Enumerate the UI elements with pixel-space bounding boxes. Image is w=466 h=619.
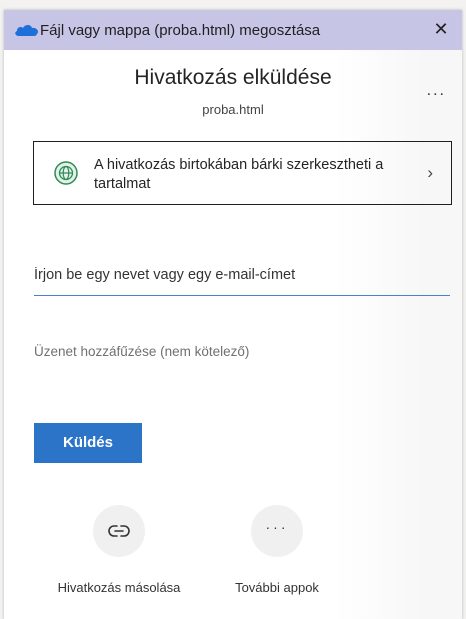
more-apps-button[interactable]: ··· További appok bbox=[202, 505, 352, 595]
more-icon: ··· bbox=[265, 519, 289, 535]
copy-link-circle bbox=[93, 505, 145, 557]
recipient-input[interactable] bbox=[34, 255, 450, 296]
copy-link-label: Hivatkozás másolása bbox=[57, 580, 181, 595]
onedrive-cloud-icon bbox=[15, 25, 39, 36]
link-icon bbox=[108, 525, 130, 537]
copy-link-button[interactable]: Hivatkozás másolása bbox=[44, 505, 194, 595]
page-title: Hivatkozás elküldése bbox=[134, 66, 332, 89]
share-dialog-window: Fájl vagy mappa (proba.html) megosztása … bbox=[4, 10, 462, 619]
window-title: Fájl vagy mappa (proba.html) megosztása bbox=[40, 22, 321, 39]
globe-icon bbox=[54, 161, 78, 185]
link-settings-button[interactable]: A hivatkozás birtokában bárki szerkeszth… bbox=[33, 141, 452, 205]
more-apps-label: További appok bbox=[235, 580, 319, 595]
send-button[interactable]: Küldés bbox=[34, 423, 142, 463]
chevron-right-icon: › bbox=[427, 163, 433, 182]
more-options-button[interactable]: ... bbox=[427, 82, 446, 100]
message-input[interactable] bbox=[34, 336, 334, 366]
file-name: proba.html bbox=[202, 102, 264, 117]
title-bar: Fájl vagy mappa (proba.html) megosztása … bbox=[4, 10, 462, 50]
share-panel: Hivatkozás elküldése proba.html ... A hi… bbox=[4, 50, 462, 619]
more-apps-circle: ··· bbox=[251, 505, 303, 557]
close-button[interactable]: ✕ bbox=[430, 18, 452, 40]
link-permission-text: A hivatkozás birtokában bárki szerkeszth… bbox=[94, 157, 384, 192]
panel-shadow bbox=[334, 50, 462, 619]
